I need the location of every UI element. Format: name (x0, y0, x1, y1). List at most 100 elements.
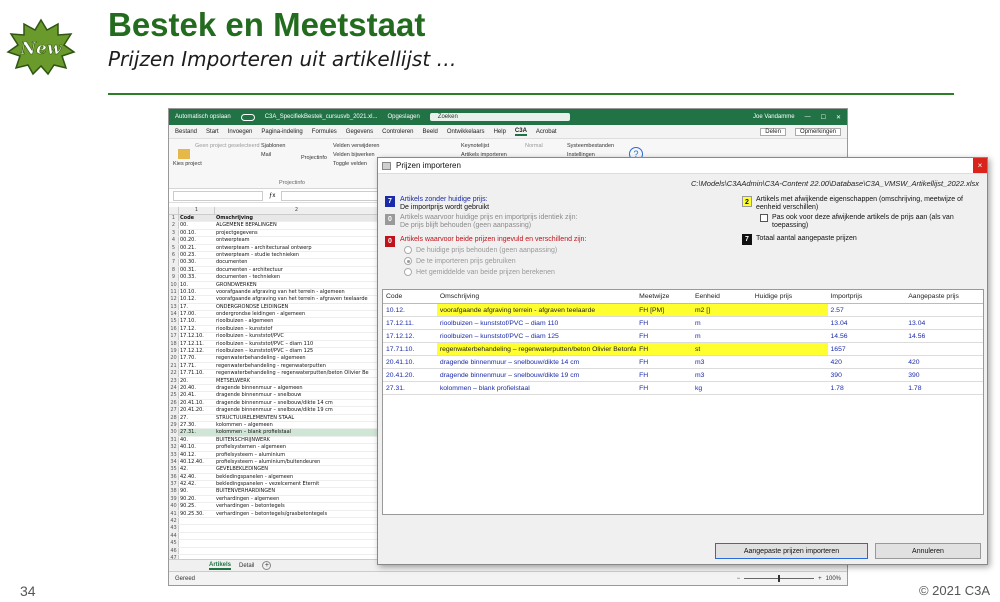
comments-button[interactable]: Opmerkingen (794, 127, 841, 136)
cell-omschrijving[interactable]: voorafgaande afgraving van het terrein -… (215, 289, 379, 295)
col-header-1[interactable]: 1 (179, 207, 215, 214)
mail-button[interactable]: Mail (261, 152, 285, 158)
autosave-toggle[interactable] (240, 113, 255, 121)
cell-omschrijving[interactable]: verhardingen – betontegels/grasbetontege… (215, 511, 379, 517)
row-number[interactable]: 26 (169, 399, 179, 407)
row-number[interactable]: 29 (169, 421, 179, 429)
cell-code[interactable]: 00.31. (179, 267, 215, 273)
menu-item-c3a[interactable]: C3A (514, 128, 527, 136)
cell-omschrijving[interactable]: rioolbuizen – kunststof/PVC – diam 125 (215, 348, 379, 354)
row-number[interactable]: 12 (169, 296, 179, 303)
cell-omschrijving[interactable]: ontwerpteam (215, 237, 379, 243)
col-omschrijving[interactable]: Omschrijving (437, 290, 636, 303)
menu-item-gegevens[interactable]: Gegevens (346, 129, 373, 135)
menu-item-start[interactable]: Start (206, 129, 219, 135)
row-number[interactable]: 21 (169, 362, 179, 370)
cell-code[interactable]: 42.40. (179, 474, 215, 480)
sheet-row[interactable]: 34 40.12.40. profielsysteem – aluminium/bu… (169, 458, 379, 467)
keynotelijst-button[interactable]: Keynotelijst (461, 143, 507, 149)
col-huidige-prijs[interactable]: Huidige prijs (752, 290, 828, 303)
table-row[interactable]: 17.71.10. regenwaterbehandeling – regenwa… (383, 343, 983, 356)
cell-omschrijving[interactable]: verhardingen – betontegels (215, 503, 379, 509)
cell-omschrijving[interactable]: GRONDWERKEN (215, 282, 379, 288)
sheet-row[interactable]: 23 20. METSELWERK (169, 377, 379, 385)
sheet-row[interactable]: 13 17. ONDERGRONDSE LEIDINGEN (169, 303, 379, 312)
cell-omschrijving[interactable]: ontwerpteam - studie technieken (215, 252, 379, 258)
sheet-row[interactable]: 38 90. BUITENVERHARDINGEN (169, 488, 379, 496)
cell-omschrijving[interactable]: documenten (215, 259, 379, 265)
row-number[interactable]: 32 (169, 444, 179, 451)
import-prices-button[interactable]: Aangepaste prijzen importeren (715, 543, 868, 559)
sjablonen-button[interactable]: Sjablonen (261, 143, 285, 149)
table-row[interactable]: 17.12.12. rioolbuizen – kunststof/PVC – d… (383, 330, 983, 343)
cell-omschrijving[interactable]: dragende binnenmuur – snelbouw (215, 392, 379, 398)
dialog-close-icon[interactable]: × (973, 158, 987, 173)
sheet-row[interactable]: 15 17.10. rioolbuizen - algemeen (169, 318, 379, 326)
cell-code[interactable]: 42.42. (179, 481, 215, 487)
kies-project-button[interactable]: Kies project (173, 149, 202, 170)
cell-code[interactable]: 27. (179, 415, 215, 421)
cell-omschrijving[interactable]: ONDERGRONDSE LEIDINGEN (215, 304, 379, 310)
name-box[interactable] (173, 190, 263, 201)
sheet-row[interactable]: 10 10. GRONDWERKEN (169, 281, 379, 289)
row-number[interactable]: 40 (169, 503, 179, 510)
cell-code[interactable]: 40.10. (179, 444, 215, 450)
row-number[interactable]: 14 (169, 311, 179, 318)
cell-code[interactable]: 17.71. (179, 363, 215, 369)
sheet-row[interactable]: 19 17.12.12. rioolbuizen – kunststof/PVC –… (169, 348, 379, 356)
cell-omschrijving[interactable]: ontwerpteam - architecturaal ontwerp (215, 245, 379, 251)
row-number[interactable]: 20 (169, 355, 179, 362)
cell-omschrijving[interactable]: ondergrondse leidingen - algemeen (215, 311, 379, 317)
cell-omschrijving[interactable]: kolommen – blank profielstaal (215, 429, 379, 436)
cell-code[interactable]: 27.31. (179, 429, 215, 436)
row-number[interactable]: 35 (169, 466, 179, 473)
row-number[interactable]: 23 (169, 377, 179, 384)
cell-omschrijving[interactable]: dragende binnenmuur – algemeen (215, 385, 379, 391)
menu-item-formules[interactable]: Formules (312, 129, 337, 135)
sheet-row[interactable]: 44 (169, 532, 379, 541)
col-meetwijze[interactable]: Meetwijze (636, 290, 692, 303)
cell-code[interactable]: 00.10. (179, 230, 215, 236)
cell-code[interactable]: 90.25. (179, 503, 215, 509)
cell-omschrijving[interactable]: dragende binnenmuur – snelbouw/dikte 19 … (215, 407, 379, 413)
cell-code[interactable]: 40.12. (179, 452, 215, 458)
cell-omschrijving[interactable]: rioolbuizen – kunststof/PVC (215, 333, 379, 339)
toggle-velden-button[interactable]: Toggle velden (333, 161, 379, 167)
cell-code[interactable]: 90.20. (179, 496, 215, 502)
cell-omschrijving[interactable]: regenwaterbehandeling - regenwaterputten (215, 363, 379, 369)
row-number[interactable]: 46 (169, 547, 179, 554)
adjust-deviating-checkbox[interactable] (760, 214, 768, 222)
minimize-icon[interactable]: — (805, 114, 811, 120)
row-number[interactable]: 27 (169, 407, 179, 414)
share-button[interactable]: Delen (760, 127, 786, 136)
cell-omschrijving[interactable]: regenwaterbehandeling - algemeen (215, 355, 379, 361)
sheet-row[interactable]: 18 17.12.11. rioolbuizen – kunststof/PVC –… (169, 340, 379, 349)
cancel-button[interactable]: Annuleren (875, 543, 981, 559)
row-number[interactable]: 45 (169, 540, 179, 547)
cell-code[interactable]: 42. (179, 466, 215, 472)
cell-code[interactable]: 17.12.11. (179, 341, 215, 347)
cell-code[interactable]: 17.10. (179, 318, 215, 324)
sheet-tab-detail[interactable]: Detail (239, 563, 254, 569)
function-icon[interactable]: ƒx (269, 193, 275, 199)
row-number[interactable]: 39 (169, 495, 179, 503)
sheet-row[interactable]: 21 17.71. regenwaterbehandeling - regenwat… (169, 362, 379, 371)
sheet-row[interactable]: 27 20.41.20. dragende binnenmuur – snelbou… (169, 407, 379, 415)
cell-code[interactable] (179, 518, 215, 524)
cell-omschrijving[interactable]: bekledingspanelen – vezelcement Eternit (215, 481, 379, 487)
row-number[interactable]: 31 (169, 436, 179, 444)
sheet-row[interactable]: 39 90.20. verhardingen - algemeen (169, 495, 379, 504)
cell-code[interactable]: 20.41.20. (179, 407, 215, 413)
table-row[interactable]: 10.12. voorafgaande afgraving terrein - a… (383, 304, 983, 317)
col-code[interactable]: Code (383, 290, 437, 303)
velden-verwijderen-button[interactable]: Velden verwijderen (333, 143, 379, 149)
sheet-row[interactable]: 5 00.21. ontwerpteam - architecturaal ontw… (169, 244, 379, 252)
cell-code[interactable]: 27.30. (179, 422, 215, 428)
row-number[interactable]: 28 (169, 414, 179, 421)
sheet-row[interactable]: 29 27.30. kolommen – algemeen (169, 421, 379, 430)
sheet-row[interactable]: 36 42.40. bekledingspanelen - algemeen (169, 473, 379, 482)
cell-code[interactable]: 20. (179, 378, 215, 384)
sheet-row[interactable]: 35 42. GEVELBEKLEDINGEN (169, 466, 379, 474)
col-aangepaste-prijs[interactable]: Aangepaste prijs (905, 290, 983, 303)
sheet-row[interactable]: 3 00.10. projectgegevens (169, 229, 379, 238)
